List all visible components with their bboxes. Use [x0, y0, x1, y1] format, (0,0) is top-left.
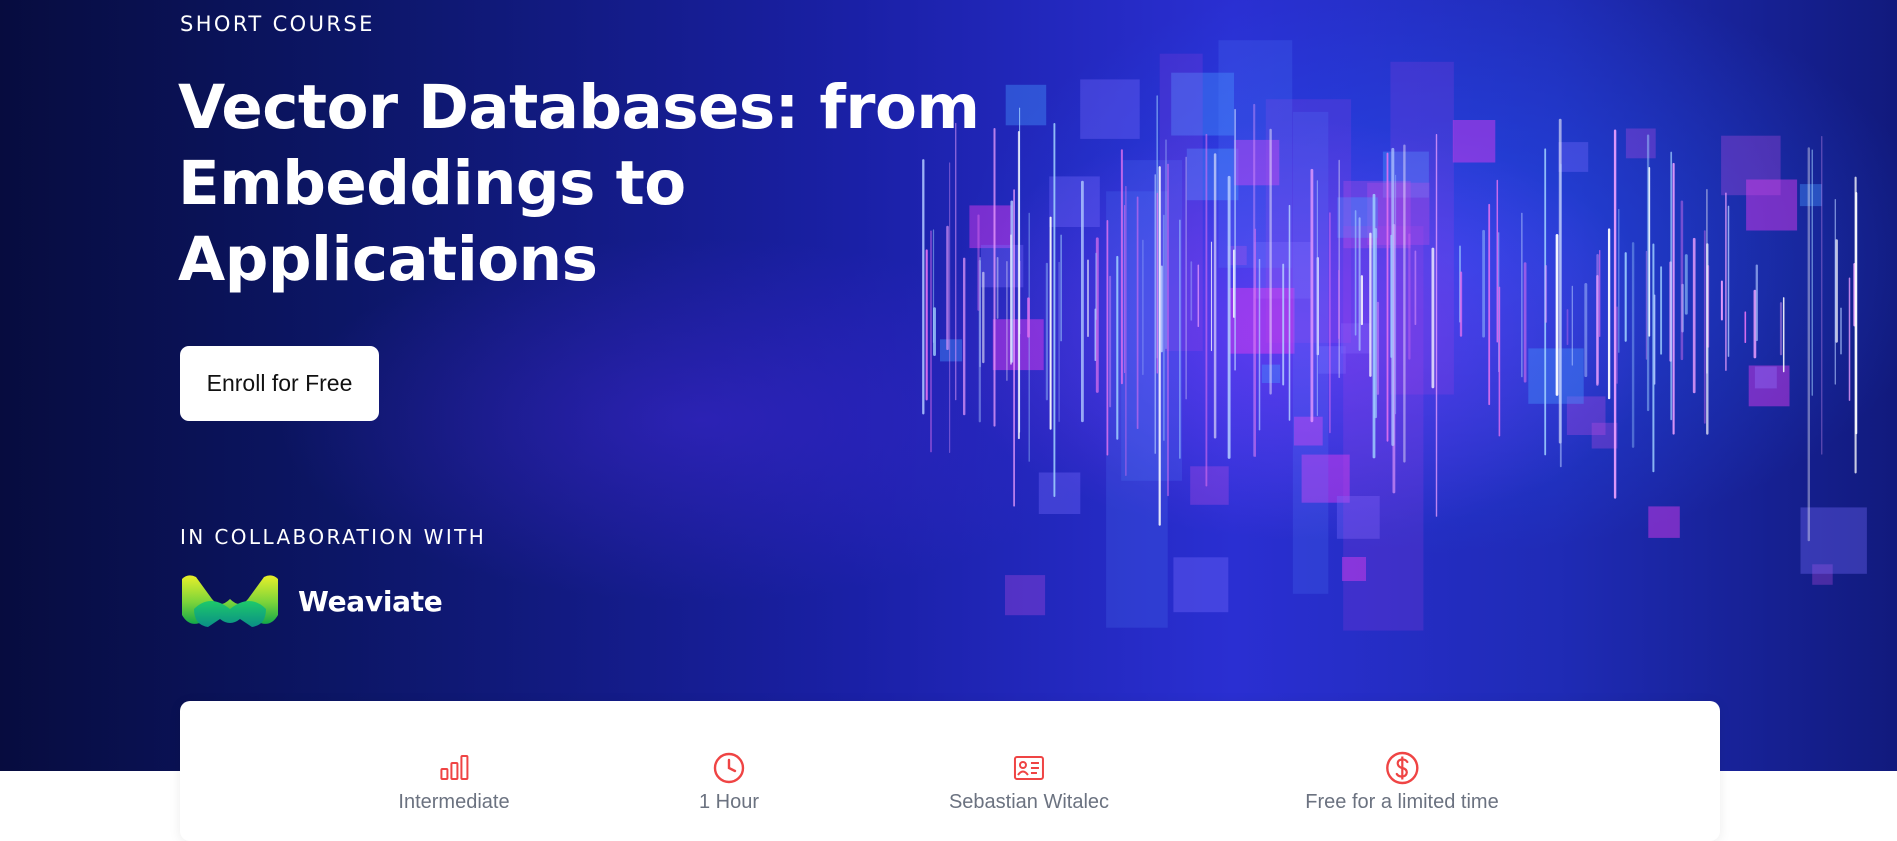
course-type-label: SHORT COURSE: [180, 12, 375, 36]
decor-square: [1080, 79, 1140, 139]
course-duration-text: 1 Hour: [698, 791, 760, 813]
decor-square: [1452, 120, 1496, 163]
partner-name: Weaviate: [298, 584, 443, 618]
decor-square: [1005, 575, 1046, 616]
course-level-text: Intermediate: [398, 791, 510, 813]
decor-column: [1121, 160, 1182, 481]
decor-square: [1625, 128, 1656, 159]
decor-square: [1799, 184, 1822, 207]
decor-square: [1049, 176, 1100, 227]
decor-square: [1558, 142, 1589, 172]
instructor-icon: [1013, 756, 1044, 780]
course-instructor-text: Sebastian Witalec: [948, 791, 1110, 813]
bar-chart-icon: [439, 755, 468, 780]
decor-square: [1038, 472, 1081, 514]
decor-square: [1173, 557, 1229, 613]
decor-square: [1721, 135, 1781, 196]
course-price-text: Free for a limited time: [1305, 791, 1499, 813]
page-title: Vector Databases: from Embeddings to App…: [178, 72, 980, 295]
course-price: Free for a limited time: [1305, 751, 1499, 814]
course-instructor: Sebastian Witalec: [949, 751, 1109, 814]
decor-square: [1005, 84, 1047, 126]
weaviate-logo-icon: [182, 575, 278, 627]
collaboration-label: IN COLLABORATION WITH: [180, 525, 487, 549]
decor-square: [1591, 422, 1618, 449]
partner-logo-link[interactable]: Weaviate: [180, 568, 443, 634]
decor-square: [1648, 506, 1680, 538]
clock-icon: [713, 752, 745, 784]
enroll-button[interactable]: Enroll for Free: [180, 346, 379, 421]
course-duration: 1 Hour: [699, 751, 759, 814]
course-info-card: Intermediate 1 Hour Sebastian Witalec Fr…: [180, 701, 1720, 841]
decor-square: [1800, 507, 1867, 574]
dollar-icon: [1385, 751, 1419, 785]
decor-square: [1190, 466, 1229, 505]
course-hero: SHORT COURSE Vector Databases: from Embe…: [0, 0, 1897, 771]
decor-square: [940, 339, 963, 362]
course-level: Intermediate: [398, 751, 510, 814]
